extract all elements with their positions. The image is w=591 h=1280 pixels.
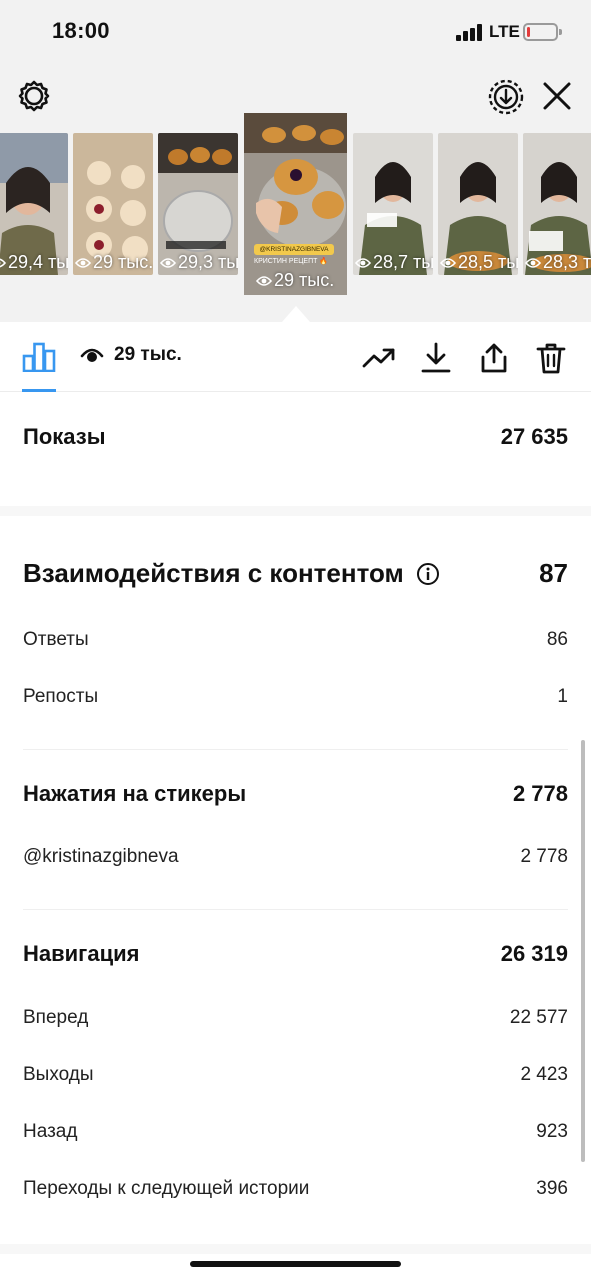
eye-icon: [80, 348, 104, 362]
back-label: Назад: [23, 1121, 78, 1142]
story-thumbnail-selected[interactable]: @KRISTINAZGIBNEVA КРИСТИН РЕЦЕПТ 🔥 29 ты…: [244, 113, 347, 295]
signal-icon: [456, 24, 484, 41]
stat-row: Переходы к следующей истории 396: [23, 1178, 568, 1200]
navigation-label: Навигация: [23, 941, 140, 966]
shares-value: 1: [557, 686, 568, 707]
divider: [23, 909, 568, 910]
next-story-value: 396: [536, 1178, 568, 1199]
replies-value: 86: [546, 629, 568, 650]
exits-value: 2 423: [520, 1064, 568, 1085]
insights-tabbar: 29 тыс.: [0, 322, 591, 392]
impressions-label: Показы: [23, 424, 106, 449]
trash-icon[interactable]: [533, 340, 569, 376]
story-views: 28,3 тыс.: [543, 252, 591, 272]
stat-row: @kristinazgibneva 2 778: [23, 846, 568, 868]
download-circle-icon[interactable]: [487, 78, 525, 116]
share-icon[interactable]: [476, 340, 512, 376]
interactions-header: Взаимодействия с контентом 87: [23, 558, 568, 589]
navigation-value: 26 319: [500, 941, 568, 966]
sticker-taps-value: 2 778: [512, 781, 568, 806]
impressions-row: Показы 27 635: [23, 424, 568, 450]
story-thumbnail[interactable]: 29 тыс.: [73, 133, 153, 275]
mention-sticker-label: @kristinazgibneva: [23, 846, 179, 867]
section-separator: [0, 506, 591, 516]
gear-icon[interactable]: [16, 78, 52, 114]
stat-row: Вперед 22 577: [23, 1007, 568, 1029]
divider: [23, 749, 568, 750]
story-views: 29,3 тыс.: [178, 252, 238, 272]
battery-icon: [523, 23, 562, 41]
forward-label: Вперед: [23, 1007, 89, 1028]
trend-up-icon[interactable]: [361, 340, 397, 376]
story-preview-header: 18:00 LTE 29,4 ты 29 тыс. 29,3 ты @KRIST…: [0, 0, 591, 322]
story-views: 29 тыс.: [93, 252, 153, 272]
story-thumbnail[interactable]: 29,3 тыс.: [158, 133, 238, 275]
mention-sticker: @KRISTINAZGIBNEVA: [254, 244, 334, 255]
home-indicator[interactable]: [190, 1261, 401, 1267]
stat-row: Назад 923: [23, 1121, 568, 1143]
back-value: 923: [536, 1121, 568, 1142]
sticker-taps-header: Нажатия на стикеры 2 778: [23, 781, 568, 807]
status-time: 18:00: [52, 18, 110, 43]
forward-value: 22 577: [509, 1007, 568, 1028]
story-caption: КРИСТИН РЕЦЕПТ 🔥: [254, 258, 329, 265]
viewers-count: 29 тыс.: [114, 344, 182, 365]
stat-row: Выходы 2 423: [23, 1064, 568, 1086]
download-icon[interactable]: [418, 340, 454, 376]
shares-label: Репосты: [23, 686, 99, 707]
interactions-value: 87: [539, 558, 568, 588]
impressions-value: 27 635: [500, 424, 568, 449]
story-thumbnail[interactable]: 28,5 тыс.: [438, 133, 518, 275]
battery-fill: [527, 27, 530, 37]
interactions-label: Взаимодействия с контентом: [23, 558, 404, 588]
bar-chart-icon[interactable]: [22, 342, 56, 373]
story-views: 29,4 тыс.: [8, 252, 68, 272]
story-thumbnail[interactable]: 28,7 тыс.: [353, 133, 433, 275]
stat-row: Ответы 86: [23, 629, 568, 651]
sticker-taps-label: Нажатия на стикеры: [23, 781, 247, 806]
mention-sticker-value: 2 778: [520, 846, 568, 867]
story-views: 28,7 тыс.: [373, 252, 433, 272]
story-thumbnail[interactable]: 28,3 тыс.: [523, 133, 591, 275]
network-type: LTE: [489, 22, 520, 41]
stories-strip: 29,4 тыс. 29 тыс.: [0, 113, 591, 295]
story-views: 28,5 тыс.: [458, 252, 518, 272]
story-views: 29 тыс.: [274, 270, 335, 290]
stat-row: Репосты 1: [23, 686, 568, 708]
tab-viewers[interactable]: 29 тыс.: [80, 344, 182, 366]
scrollbar[interactable]: [581, 740, 585, 1162]
next-story-label: Переходы к следующей истории: [23, 1178, 310, 1199]
navigation-header: Навигация 26 319: [23, 941, 568, 967]
section-separator: [0, 1244, 591, 1254]
status-bar: 18:00 LTE: [0, 0, 591, 66]
exits-label: Выходы: [23, 1064, 94, 1085]
selected-story-pointer: [282, 306, 310, 322]
story-thumbnail[interactable]: 29,4 тыс.: [0, 133, 68, 275]
info-icon[interactable]: [416, 562, 440, 586]
story-image: [244, 113, 347, 295]
close-icon[interactable]: [539, 78, 575, 114]
replies-label: Ответы: [23, 629, 89, 650]
active-tab-indicator: [22, 389, 56, 392]
